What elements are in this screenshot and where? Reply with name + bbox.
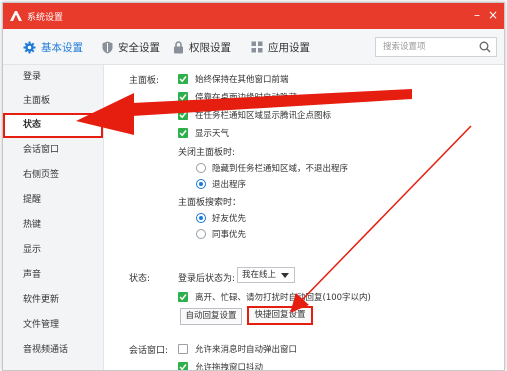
checkbox-label: 停靠在桌面边缘时自动隐藏 xyxy=(195,93,298,103)
tab-label: 权限设置 xyxy=(189,41,231,54)
radio-selected-icon xyxy=(196,213,206,223)
sidebar-item-av-calls[interactable]: 音视频通话 xyxy=(3,338,103,363)
radio-label: 同事优先 xyxy=(212,230,247,240)
checkbox-checked-icon xyxy=(178,362,188,370)
apps-icon xyxy=(251,41,263,53)
checkbox-label: 允许来消息时自动弹出窗口 xyxy=(195,345,298,355)
sidebar-item-reminders[interactable]: 提醒 xyxy=(3,188,103,213)
main-panel-search-label: 主面板搜索时： xyxy=(178,198,242,208)
tab-permission-settings[interactable]: 权限设置 xyxy=(173,38,231,56)
checkbox-label: 在任务栏通知区域显示腾讯企点图标 xyxy=(195,111,332,121)
radio-label: 退出程序 xyxy=(212,180,247,190)
settings-tab-bar: 基本设置 安全设置 权限设置 应用设置 xyxy=(3,29,504,65)
settings-sidebar: 登录 主面板 状态 会话窗口 右侧页签 提醒 热键 显示 声音 软件更新 文件管… xyxy=(3,65,104,370)
window-title: 系统设置 xyxy=(27,13,64,23)
checkbox-checked-icon xyxy=(178,110,188,120)
tab-label: 应用设置 xyxy=(268,41,310,54)
checkbox-unchecked-icon xyxy=(178,344,188,354)
minimize-button[interactable]: – xyxy=(470,8,484,22)
shield-icon xyxy=(102,41,113,53)
radio-selected-icon xyxy=(196,179,206,189)
radio-colleagues-first[interactable]: 同事优先 xyxy=(196,228,246,240)
main-panel-section-label: 主面板: xyxy=(129,76,160,86)
sidebar-item-login[interactable]: 登录 xyxy=(3,65,103,90)
sidebar-item-sound[interactable]: 声音 xyxy=(3,263,103,288)
radio-unselected-icon xyxy=(196,163,206,173)
gear-icon xyxy=(23,41,36,53)
checkbox-checked-icon xyxy=(178,128,188,138)
checkbox-checked-icon xyxy=(178,92,188,102)
radio-exit-program[interactable]: 退出程序 xyxy=(196,178,246,190)
auto-reply-settings-button[interactable]: 自动回复设置 xyxy=(180,308,242,325)
checkbox-checked-icon xyxy=(178,74,188,84)
sidebar-item-hotkeys[interactable]: 热键 xyxy=(3,213,103,238)
status-section-label: 状态: xyxy=(129,274,151,284)
tab-app-settings[interactable]: 应用设置 xyxy=(251,38,310,56)
sidebar-item-status[interactable]: 状态 xyxy=(3,113,103,138)
checkbox-auto-popup[interactable]: 允许来消息时自动弹出窗口 xyxy=(178,343,297,355)
sidebar-item-session-window[interactable]: 会话窗口 xyxy=(3,138,103,163)
checkbox-label: 显示天气 xyxy=(195,129,230,139)
after-login-status-label: 登录后状态为: xyxy=(178,274,236,284)
radio-hide-to-tray[interactable]: 隐藏到任务栏通知区域，不退出程序 xyxy=(196,162,348,174)
radio-label: 隐藏到任务栏通知区域，不退出程序 xyxy=(212,164,349,174)
checkbox-auto-hide-edge[interactable]: 停靠在桌面边缘时自动隐藏 xyxy=(178,91,297,103)
checkbox-label: 始终保持在其他窗口前端 xyxy=(195,75,289,85)
radio-friends-first[interactable]: 好友优先 xyxy=(196,212,246,224)
search-icon[interactable] xyxy=(479,41,491,53)
title-bar[interactable]: 系统设置 – × xyxy=(3,3,504,29)
app-logo-icon xyxy=(10,11,22,21)
radio-label: 好友优先 xyxy=(212,214,247,224)
tab-label: 安全设置 xyxy=(118,41,160,54)
settings-search-input[interactable] xyxy=(376,38,476,56)
checkbox-always-on-top[interactable]: 始终保持在其他窗口前端 xyxy=(178,73,289,85)
settings-window: 系统设置 – × 基本设置 安全设置 权限设置 应用设置 搜索设置项 登录 主面… xyxy=(2,2,505,371)
checkbox-label: 离开、忙碌、请勿打扰时自动回复(100字以内) xyxy=(195,293,371,303)
checkbox-auto-reply[interactable]: 离开、忙碌、请勿打扰时自动回复(100字以内) xyxy=(178,291,371,303)
sidebar-item-software-update[interactable]: 软件更新 xyxy=(3,288,103,313)
sidebar-item-display[interactable]: 显示 xyxy=(3,238,103,263)
sidebar-item-main-panel[interactable]: 主面板 xyxy=(3,89,103,114)
tab-basic-settings[interactable]: 基本设置 xyxy=(23,38,83,56)
quick-reply-settings-button[interactable]: 快捷回复设置 xyxy=(247,306,313,325)
lock-icon xyxy=(174,40,183,53)
login-status-value: 我在线上 xyxy=(242,270,277,280)
settings-content: 主面板: 始终保持在其他窗口前端 停靠在桌面边缘时自动隐藏 在任务栏通知区域显示… xyxy=(104,65,504,371)
session-window-section-label: 会话窗口: xyxy=(129,346,169,356)
checkbox-checked-icon xyxy=(178,292,188,302)
radio-unselected-icon xyxy=(196,229,206,239)
close-button[interactable]: × xyxy=(486,8,500,22)
settings-search-box[interactable] xyxy=(375,37,497,57)
chevron-down-icon xyxy=(281,273,289,278)
tab-security-settings[interactable]: 安全设置 xyxy=(102,38,160,56)
sidebar-item-file-management[interactable]: 文件管理 xyxy=(3,313,103,338)
close-main-panel-label: 关闭主面板时: xyxy=(178,148,236,158)
checkbox-window-shake[interactable]: 允许拖拽窗口抖动 xyxy=(178,361,264,371)
checkbox-tray-icon[interactable]: 在任务栏通知区域显示腾讯企点图标 xyxy=(178,109,331,121)
login-status-select[interactable]: 我在线上 xyxy=(237,267,295,283)
sidebar-item-right-tabs[interactable]: 右侧页签 xyxy=(3,163,103,188)
tab-label: 基本设置 xyxy=(41,41,83,54)
checkbox-show-weather[interactable]: 显示天气 xyxy=(178,127,229,139)
checkbox-label: 允许拖拽窗口抖动 xyxy=(195,363,264,371)
